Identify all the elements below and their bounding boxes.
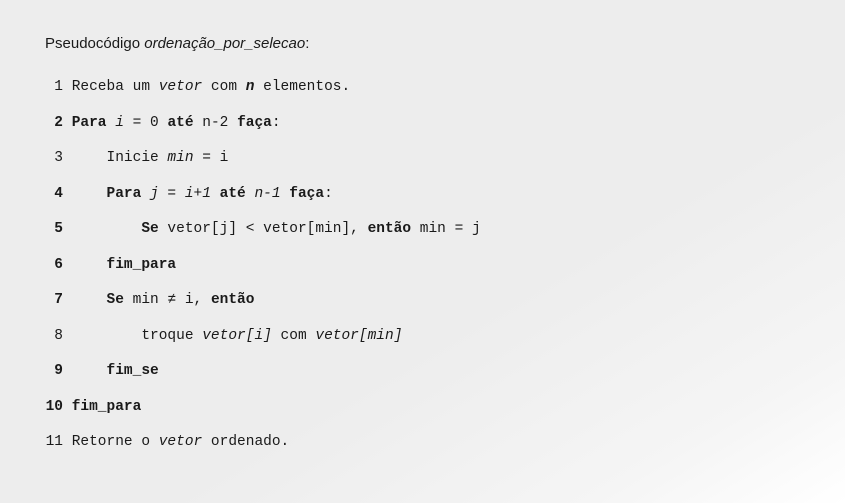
line-number: 4 (45, 187, 63, 202)
code-line-4: 4 Para j = i+1 até n-1 faça: (45, 187, 800, 202)
pseudocode-title: Pseudocódigo ordenação_por_selecao: (45, 35, 800, 52)
code-line-9: 9 fim_se (45, 364, 800, 379)
title-prefix: Pseudocódigo (45, 35, 144, 52)
code-line-1: 1 Receba um vetor com n elementos. (45, 80, 800, 95)
pseudocode-block: 1 Receba um vetor com n elementos. 2 Par… (45, 80, 800, 450)
line-number: 10 (45, 400, 63, 415)
line-number: 9 (45, 364, 63, 379)
title-name: ordenação_por_selecao (144, 35, 305, 52)
line-number: 11 (45, 435, 63, 450)
line-number: 8 (45, 329, 63, 344)
code-line-5: 5 Se vetor[j] < vetor[min], então min = … (45, 222, 800, 237)
code-line-3: 3 Inicie min = i (45, 151, 800, 166)
line-number: 3 (45, 151, 63, 166)
code-line-7: 7 Se min ≠ i, então (45, 293, 800, 308)
title-suffix: : (305, 35, 309, 52)
code-line-2: 2 Para i = 0 até n-2 faça: (45, 116, 800, 131)
line-number: 7 (45, 293, 63, 308)
code-line-11: 11 Retorne o vetor ordenado. (45, 435, 800, 450)
line-number: 6 (45, 258, 63, 273)
code-line-10: 10 fim_para (45, 400, 800, 415)
line-number: 2 (45, 116, 63, 131)
code-line-6: 6 fim_para (45, 258, 800, 273)
line-number: 1 (45, 80, 63, 95)
code-line-8: 8 troque vetor[i] com vetor[min] (45, 329, 800, 344)
line-number: 5 (45, 222, 63, 237)
